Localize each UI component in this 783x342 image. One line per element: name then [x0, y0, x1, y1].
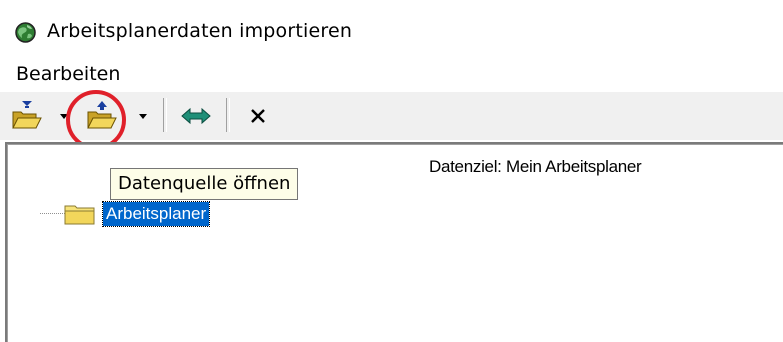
menu-item-bearbeiten[interactable]: Bearbeiten — [16, 62, 120, 86]
highlight-circle — [66, 90, 126, 150]
tooltip: Datenquelle öffnen — [110, 168, 299, 200]
toolbar-separator — [163, 98, 167, 132]
tooltip-text: Datenquelle öffnen — [118, 173, 291, 194]
globe-icon — [15, 22, 36, 43]
open-source-dropdown-arrow[interactable] — [139, 114, 147, 119]
close-button[interactable] — [244, 98, 272, 134]
open-destination-button[interactable] — [10, 98, 48, 134]
double-arrow-icon — [181, 107, 211, 125]
folder-icon — [64, 205, 95, 225]
title-bar: Arbeitsplanerdaten importieren — [0, 0, 783, 58]
toolbar-separator — [226, 98, 230, 132]
folder-open-blue-down-icon — [12, 101, 42, 129]
destination-label: Datenziel: Mein Arbeitsplaner — [429, 157, 642, 176]
tree-item-arbeitsplaner[interactable]: Arbeitsplaner — [101, 201, 211, 227]
menu-bar: Bearbeiten — [0, 58, 783, 90]
swap-button[interactable] — [178, 98, 214, 134]
close-icon — [251, 109, 265, 123]
window-title: Arbeitsplanerdaten importieren — [47, 20, 353, 42]
tree-connector-line — [40, 213, 65, 214]
